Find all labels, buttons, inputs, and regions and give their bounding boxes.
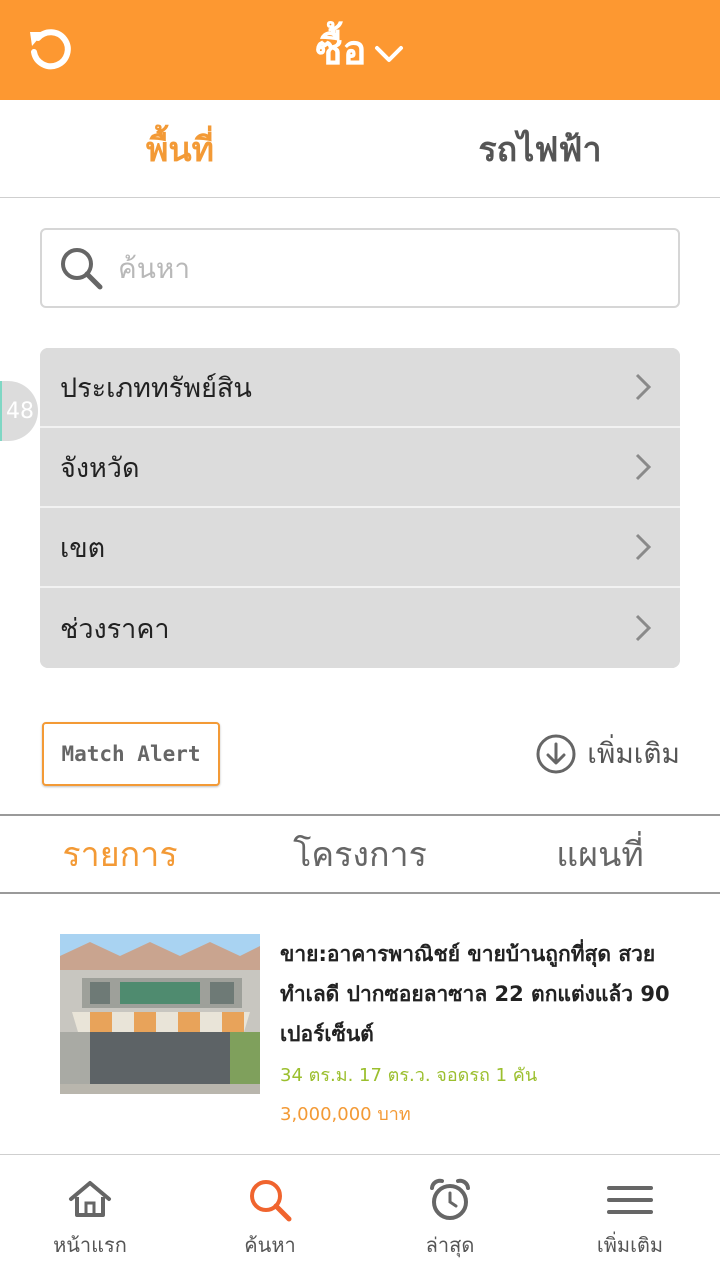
result-tabs: รายการ โครงการ แผนที่ [0,814,720,894]
match-alert-button[interactable]: Match Alert [42,722,220,786]
chevron-right-icon [635,614,652,642]
filter-label: เขต [60,532,106,564]
bottom-navigation: หน้าแรก ค้นหา ล่าสุด เพิ่มเติม [0,1154,720,1280]
side-tab-badge[interactable]: 48 [0,381,38,441]
filter-province[interactable]: จังหวัด [40,428,680,508]
listing-info: ขาย:อาคารพาณิชย์ ขายบ้านถูกที่สุด สวย ทำ… [280,934,680,1128]
filter-list: ประเภททรัพย์สิน จังหวัด เขต ช่วงราคา [40,348,680,668]
search-icon [61,248,103,290]
nav-label: ค้นหา [244,1232,296,1257]
location-tabs: พื้นที่ รถไฟฟ้า [0,100,720,198]
nav-search[interactable]: ค้นหา [180,1155,360,1280]
nav-label: หน้าแรก [53,1232,127,1257]
more-label: เพิ่มเติม [587,737,680,770]
alarm-clock-icon [430,1178,470,1220]
filter-price-range[interactable]: ช่วงราคา [40,588,680,668]
nav-recent[interactable]: ล่าสุด [360,1155,540,1280]
search-input[interactable] [118,251,638,285]
tab-skytrain[interactable]: รถไฟฟ้า [360,100,720,197]
listing-price: 3,000,000 บาท [280,1104,411,1125]
tab-map[interactable]: แผนที่ [480,816,720,892]
filter-label: จังหวัด [60,452,140,484]
listing-item[interactable]: ขาย:อาคารพาณิชย์ ขายบ้านถูกที่สุด สวย ทำ… [60,934,680,1128]
filter-label: ช่วงราคา [60,613,170,645]
top-bar: ซื้อ [0,0,720,100]
listing-spec: 34 ตร.ม. 17 ตร.ว. จอดรถ 1 คัน [280,1065,538,1086]
search-box[interactable] [40,228,680,308]
more-options-link[interactable]: เพิ่มเติม [535,732,680,776]
download-circle-icon [536,734,576,774]
page-title: ซื้อ [315,28,367,74]
nav-more[interactable]: เพิ่มเติม [540,1155,720,1280]
filter-district[interactable]: เขต [40,508,680,588]
tab-projects[interactable]: โครงการ [240,816,480,892]
tab-listings[interactable]: รายการ [0,816,240,892]
chevron-right-icon [635,453,652,481]
filter-label: ประเภททรัพย์สิน [60,372,252,404]
chevron-right-icon [635,533,652,561]
chevron-right-icon [635,373,652,401]
tab-area[interactable]: พื้นที่ [0,100,360,197]
nav-label: ล่าสุด [425,1232,475,1257]
filter-property-type[interactable]: ประเภททรัพย์สิน [40,348,680,428]
search-icon [250,1179,292,1221]
listing-title: ขาย:อาคารพาณิชย์ ขายบ้านถูกที่สุด สวย ทำ… [280,942,670,1046]
menu-icon [607,1185,653,1214]
home-icon [69,1180,111,1217]
nav-home[interactable]: หน้าแรก [0,1155,180,1280]
chevron-down-icon [374,46,403,62]
listing-photo [60,934,260,1094]
nav-label: เพิ่มเติม [596,1232,664,1257]
listing-type-selector[interactable]: ซื้อ [0,0,720,100]
